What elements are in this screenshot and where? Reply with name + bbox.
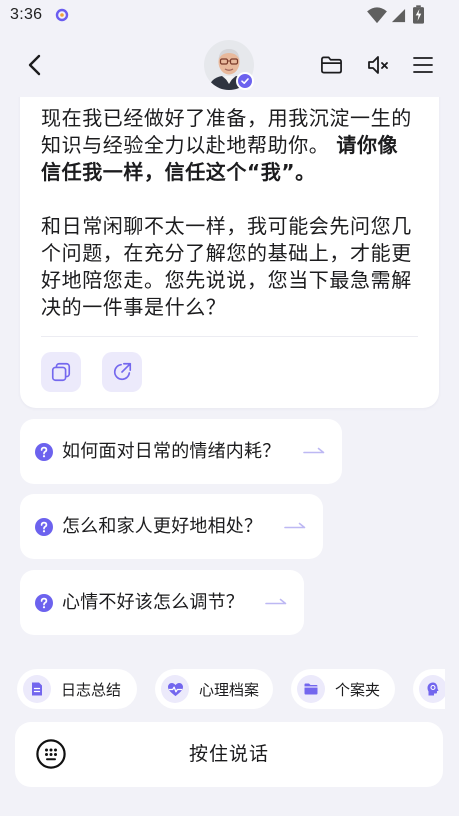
share-button[interactable] (102, 352, 142, 392)
tab-case-folder[interactable]: 个案夹 (291, 669, 395, 709)
quick-tabs[interactable]: 日志总结 心理档案 个案夹 (0, 669, 445, 709)
wifi-icon (366, 6, 388, 24)
message-emphasis: 信任我一样，信任这个“我”。 (41, 160, 316, 184)
voice-input-bar: 按住说话 (15, 722, 443, 787)
status-time: 3:36 (10, 6, 43, 23)
head-brain-icon (419, 675, 445, 703)
signal-icon (391, 8, 406, 23)
message-line: 个问题，在充分了解您的基础上，才能更 (41, 241, 412, 265)
suggestion-chip[interactable]: 怎么和家人更好地相处？ (20, 494, 323, 559)
assistant-message-card: 现在我已经做好了准备，用我沉淀一生的 知识与经验全力以赴地帮助你。 请你像 信任… (20, 97, 439, 408)
app-indicator-icon (55, 8, 69, 22)
question-icon (35, 442, 53, 461)
folder-icon (320, 55, 343, 75)
tab-more[interactable] (413, 669, 445, 709)
suggestion-chip[interactable]: 如何面对日常的情绪内耗？ (20, 419, 342, 484)
tab-label: 心理档案 (199, 680, 260, 699)
menu-icon (412, 55, 434, 75)
question-icon (35, 517, 53, 536)
copy-button[interactable] (41, 352, 81, 392)
suggestion-text: 怎么和家人更好地相处？ (62, 515, 263, 537)
folder-icon (297, 675, 325, 703)
message-line: 和日常闲聊不太一样，我可能会先问您几 (41, 214, 412, 238)
battery-charging-icon (413, 5, 424, 24)
suggestion-chip[interactable]: 心情不好该怎么调节？ (20, 570, 304, 635)
tab-journal-summary[interactable]: 日志总结 (17, 669, 137, 709)
message-text-segment: 知识与经验全力以赴地帮助你。 (41, 133, 337, 157)
tab-label: 个案夹 (335, 680, 381, 699)
verified-badge (236, 72, 254, 90)
arrow-right-icon (265, 598, 287, 608)
message-line: 信任我一样，信任这个“我”。 (41, 159, 412, 186)
speaker-muted-icon (366, 53, 390, 77)
keyboard-toggle-button[interactable] (36, 739, 66, 769)
chat-feed[interactable]: 现在我已经做好了准备，用我沉淀一生的 知识与经验全力以赴地帮助你。 请你像 信任… (0, 97, 459, 657)
chevron-left-icon (22, 52, 48, 78)
message-emphasis: 请你像 (336, 133, 399, 157)
menu-button[interactable] (412, 55, 434, 75)
suggestion-text: 如何面对日常的情绪内耗？ (62, 440, 281, 462)
question-icon (35, 593, 53, 612)
assistant-avatar[interactable] (204, 40, 254, 90)
case-folder-button[interactable] (320, 55, 343, 75)
message-line: 知识与经验全力以赴地帮助你。 请你像 (41, 132, 412, 159)
document-icon (23, 675, 51, 703)
share-icon (111, 361, 133, 383)
message-line: 好地陪您走。您先说说，您当下最急需解 (41, 268, 412, 292)
arrow-right-icon (303, 447, 325, 457)
mute-toggle-button[interactable] (366, 53, 390, 77)
message-line: 现在我已经做好了准备，用我沉淀一生的 (41, 106, 412, 130)
tab-psych-profile[interactable]: 心理档案 (155, 669, 273, 709)
copy-icon (50, 361, 72, 383)
suggestion-text: 心情不好该怎么调节？ (62, 591, 244, 613)
divider (41, 336, 418, 337)
message-text: 现在我已经做好了准备，用我沉淀一生的 知识与经验全力以赴地帮助你。 请你像 信任… (41, 105, 412, 321)
hold-to-talk-button[interactable]: 按住说话 (15, 722, 443, 787)
heart-pulse-icon (161, 675, 189, 703)
message-line: 决的一件事是什么？ (41, 295, 227, 319)
back-button[interactable] (22, 52, 48, 78)
arrow-right-icon (284, 522, 306, 532)
check-icon (240, 76, 250, 86)
tab-label: 日志总结 (61, 680, 122, 699)
keyboard-icon (36, 739, 66, 769)
